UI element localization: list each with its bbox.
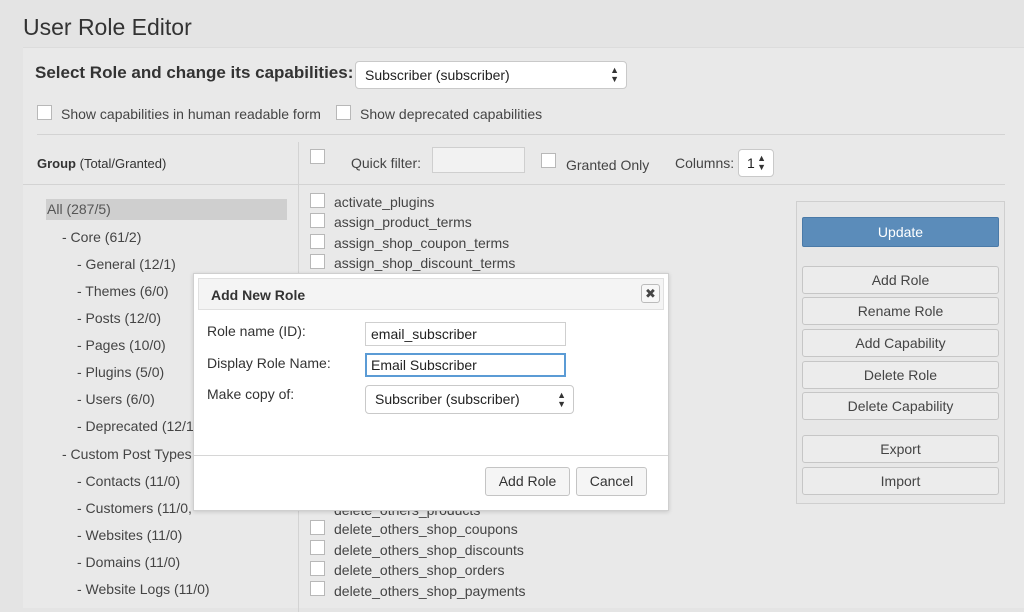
quick-filter-label: Quick filter: [351,155,422,171]
select-all-checkbox[interactable] [310,149,325,164]
dialog-title: Add New Role [211,287,306,303]
columns-select-value: 1 [747,155,755,171]
capability-label: delete_others_shop_discounts [334,542,524,558]
capability-label: activate_plugins [334,194,435,210]
group-item[interactable]: - Core (61/2) [62,229,141,245]
group-item[interactable]: - Pages (10/0) [77,337,166,353]
display-name-input[interactable]: Email Subscriber [365,353,566,377]
group-item[interactable]: - Deprecated (12/1 [77,418,194,434]
group-item[interactable]: - Domains (11/0) [77,554,180,570]
capability-checkbox[interactable] [310,581,325,596]
granted-only-label: Granted Only [566,157,650,173]
add-role-dialog: Add New Role ✖ Role name (ID): email_sub… [193,273,669,511]
capability-checkbox[interactable] [310,193,325,208]
capability-label: delete_others_shop_coupons [334,521,518,537]
deprecated-label: Show deprecated capabilities [360,106,543,122]
import-button[interactable]: Import [802,467,999,495]
update-button[interactable]: Update [802,217,999,247]
group-item[interactable]: - Websites (11/0) [77,527,182,543]
add-capability-button[interactable]: Add Capability [802,329,999,357]
group-item[interactable]: - Themes (6/0) [77,283,169,299]
group-item[interactable]: - Users (6/0) [77,391,155,407]
capability-checkbox[interactable] [310,213,325,228]
granted-only-checkbox[interactable] [541,153,556,168]
divider [298,184,1005,185]
divider [37,134,1005,135]
capability-label: assign_shop_discount_terms [334,255,516,271]
group-item[interactable]: - Website Logs (11/0) [77,581,210,597]
group-header-rest: (Total/Granted) [76,156,167,171]
export-button[interactable]: Export [802,435,999,463]
role-name-input[interactable]: email_subscriber [365,322,566,346]
page-title: User Role Editor [23,14,192,40]
deprecated-checkbox[interactable] [336,105,351,120]
capability-checkbox[interactable] [310,254,325,269]
group-item[interactable]: - Posts (12/0) [77,310,161,326]
group-item-all[interactable]: All (287/5) [46,199,287,220]
copy-of-select[interactable]: Subscriber (subscriber) ▲ ▼ [365,385,574,414]
role-name-label: Role name (ID): [207,323,306,339]
delete-capability-button[interactable]: Delete Capability [802,392,999,420]
group-item[interactable]: - Plugins (5/0) [77,364,164,380]
capability-label: delete_others_shop_payments [334,583,526,599]
role-select[interactable]: Subscriber (subscriber) ▲ ▼ [355,61,627,89]
group-item[interactable]: - Customers (11/0, [77,500,192,516]
copy-of-value: Subscriber (subscriber) [375,391,520,407]
columns-label: Columns: [675,155,735,171]
divider [23,184,298,185]
group-header: Group (Total/Granted) [37,156,166,171]
delete-role-button[interactable]: Delete Role [802,361,999,389]
quick-filter-input[interactable] [432,147,525,173]
close-icon[interactable]: ✖ [641,284,660,303]
select-arrows-icon: ▲ ▼ [610,65,619,84]
capability-checkbox[interactable] [310,520,325,535]
group-item[interactable]: - General (12/1) [77,256,176,272]
capability-checkbox[interactable] [310,234,325,249]
capability-checkbox[interactable] [310,561,325,576]
select-arrows-icon: ▲ ▼ [557,389,566,409]
select-arrows-icon: ▲ ▼ [757,153,766,172]
capability-label: delete_others_shop_orders [334,562,505,578]
rename-role-button[interactable]: Rename Role [802,297,999,325]
human-readable-checkbox[interactable] [37,105,52,120]
group-header-bold: Group [37,156,76,171]
dialog-title-bar: Add New Role [198,278,664,310]
capability-label: assign_shop_coupon_terms [334,235,510,251]
dialog-add-role-button[interactable]: Add Role [485,467,570,496]
role-select-value: Subscriber (subscriber) [365,67,510,83]
capability-label: assign_product_terms [334,214,472,230]
group-item[interactable]: - Contacts (11/0) [77,473,180,489]
role-select-label: Select Role and change its capabilities: [35,63,354,82]
human-readable-label: Show capabilities in human readable form [61,106,321,122]
add-role-button[interactable]: Add Role [802,266,999,294]
capability-checkbox[interactable] [310,540,325,555]
display-name-label: Display Role Name: [207,355,331,371]
group-item[interactable]: - Custom Post Types [62,446,192,462]
dialog-cancel-button[interactable]: Cancel [576,467,647,496]
copy-of-label: Make copy of: [207,386,295,402]
dialog-divider [194,455,668,456]
columns-select[interactable]: 1 ▲ ▼ [738,149,774,177]
